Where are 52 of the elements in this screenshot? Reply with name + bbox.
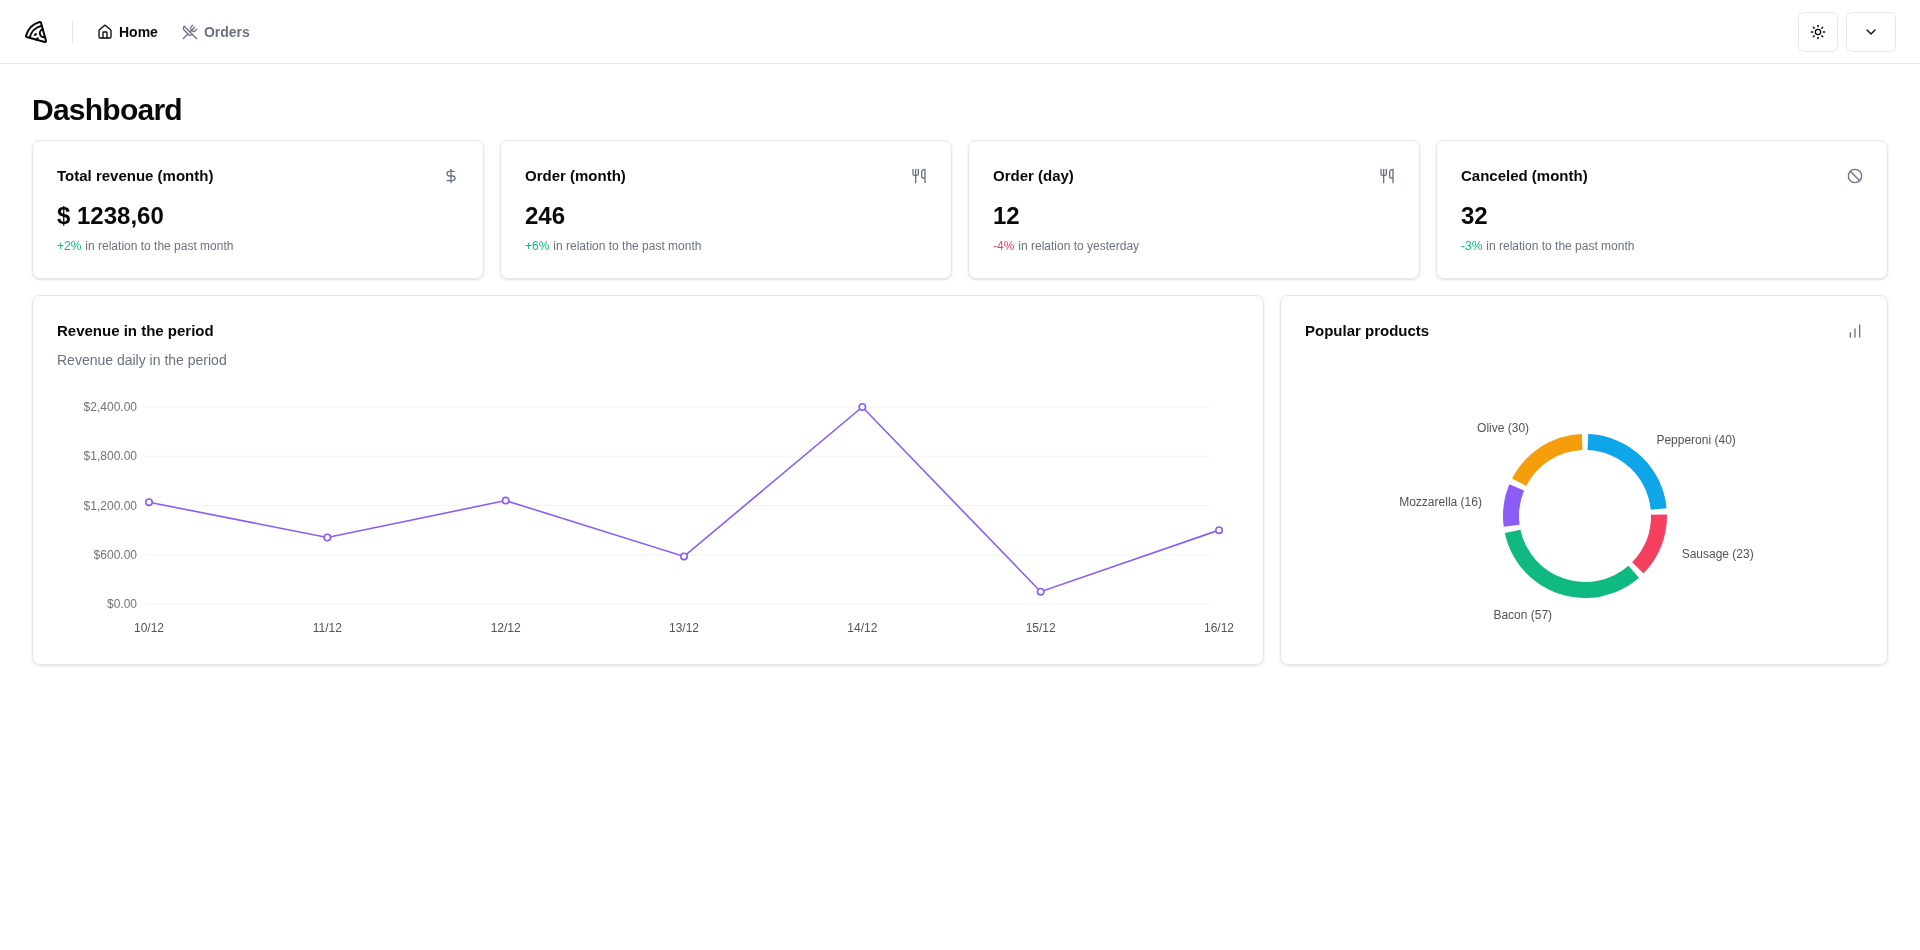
data-point xyxy=(1036,587,1045,596)
slice-label: Sausage (23) xyxy=(1681,547,1754,562)
slice-label: Mozzarella (16) xyxy=(1399,495,1482,510)
pizza-logo-icon[interactable] xyxy=(24,19,48,44)
stat-delta: -4% xyxy=(993,237,1015,254)
sun-icon xyxy=(1810,23,1826,40)
data-point xyxy=(323,533,332,542)
slice-label: Bacon (57) xyxy=(1493,607,1553,622)
fork-knife-icon xyxy=(911,168,927,185)
ban-icon xyxy=(1847,168,1863,185)
axis-label: $2,400.00 xyxy=(83,400,137,414)
axis-label: 11/12 xyxy=(312,621,342,635)
axis-label: $600.00 xyxy=(93,547,137,562)
home-icon xyxy=(97,23,113,40)
slice-label: Pepperoni (40) xyxy=(1656,433,1736,448)
nav-link[interactable]: Home xyxy=(97,21,158,42)
axis-label: 14/12 xyxy=(847,621,878,635)
stat-delta: +2% xyxy=(57,237,82,254)
nav-link[interactable]: Orders xyxy=(181,21,250,42)
theme-toggle-button[interactable] xyxy=(1798,11,1838,52)
card-title: Popular products xyxy=(1305,320,1430,341)
axis-label: 10/12 xyxy=(134,621,164,635)
axis-label: 12/12 xyxy=(490,621,521,635)
stat-title: Order (month) xyxy=(525,166,626,186)
stat-value: 246 xyxy=(525,200,567,231)
card-subtitle: Revenue daily in the period xyxy=(57,351,228,370)
stat-note: in relation to the past month xyxy=(85,237,234,254)
card-title: Revenue in the period xyxy=(57,320,215,341)
stat-delta: -3% xyxy=(1461,237,1483,254)
stat-note: in relation to yesterday xyxy=(1018,237,1140,254)
axis-label: $1,200.00 xyxy=(83,498,137,513)
axis-label: 16/12 xyxy=(1204,621,1234,635)
stat-value: 32 xyxy=(1461,200,1489,231)
axis-label: 15/12 xyxy=(1025,621,1056,635)
stat-title: Order (day) xyxy=(993,166,1074,186)
page-title: Dashboard xyxy=(32,92,183,128)
data-point xyxy=(1215,526,1223,535)
axis-label: 13/12 xyxy=(669,621,699,635)
slice-label: Olive (30) xyxy=(1477,421,1530,436)
dollar-icon xyxy=(443,168,459,185)
axis-label: $0.00 xyxy=(106,597,137,611)
stat-note: in relation to the past month xyxy=(553,237,702,254)
stat-value: 12 xyxy=(993,200,1021,231)
stat-title: Total revenue (month) xyxy=(57,166,214,186)
axis-label: $1,800.00 xyxy=(83,449,137,464)
stat-title: Canceled (month) xyxy=(1461,166,1588,186)
stat-delta: +6% xyxy=(525,237,550,254)
stat-value: $ 1238,60 xyxy=(57,200,165,231)
fork-knife-icon xyxy=(1379,168,1395,185)
fork-spoon-icon xyxy=(181,23,198,40)
stat-note: in relation to the past month xyxy=(1486,237,1635,254)
bar-chart-icon xyxy=(1847,322,1863,339)
